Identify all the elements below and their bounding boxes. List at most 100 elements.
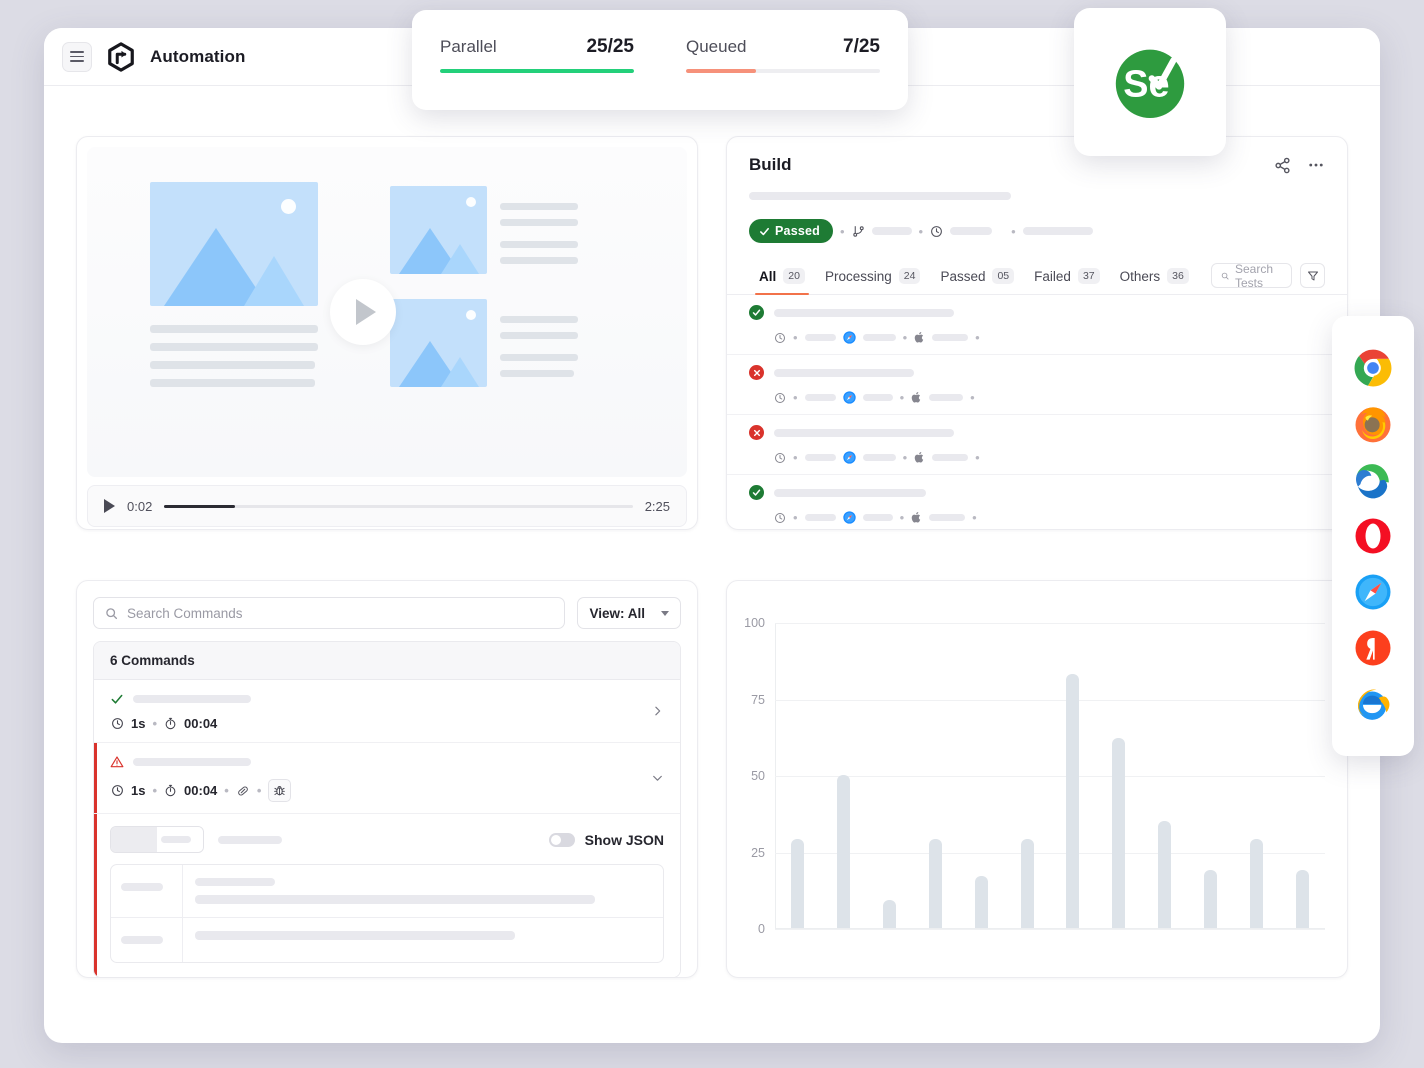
- selenium-logo: Se: [1105, 37, 1195, 127]
- view-filter-label: View: All: [589, 606, 645, 621]
- play-overlay-icon[interactable]: [330, 279, 396, 345]
- table-cell-value: [183, 865, 663, 917]
- key-skeleton: [121, 936, 163, 944]
- chrome-icon[interactable]: [1353, 348, 1393, 388]
- duration-skeleton: [950, 227, 992, 235]
- meta-separator: •: [975, 450, 980, 465]
- hamburger-menu-icon[interactable]: [62, 42, 92, 72]
- chevron-down-icon[interactable]: [651, 772, 664, 785]
- chart-bar[interactable]: [1250, 839, 1263, 928]
- table-row[interactable]: • • •: [727, 415, 1347, 475]
- search-tests-placeholder: Search Tests: [1235, 262, 1282, 290]
- build-panel: Build: [726, 136, 1348, 530]
- tab-failed[interactable]: Failed 37: [1024, 257, 1109, 294]
- capsule-link-icon[interactable]: [236, 784, 250, 798]
- check-circle-icon: [749, 485, 764, 500]
- table-row: [111, 865, 663, 918]
- show-json-toggle[interactable]: [549, 833, 575, 847]
- placeholder-image-thumb-2: [390, 299, 487, 387]
- tab-all[interactable]: All 20: [749, 257, 815, 294]
- meta-separator: •: [224, 783, 229, 798]
- extra-meta-skeleton: [1023, 227, 1093, 235]
- meta-separator: •: [900, 510, 905, 525]
- detail-title-skeleton: [218, 836, 282, 844]
- browser-skeleton: [863, 334, 896, 341]
- list-item[interactable]: 1s • 00:04 • •: [94, 743, 680, 814]
- test-name-skeleton: [774, 429, 954, 437]
- segment-option-2[interactable]: [157, 827, 203, 852]
- search-tests-input[interactable]: Search Tests: [1211, 263, 1292, 288]
- stat-queued: Queued 7/25: [686, 36, 880, 110]
- chart-bar[interactable]: [929, 839, 942, 928]
- internet-explorer-icon[interactable]: [1353, 684, 1393, 724]
- chart-bar[interactable]: [1204, 870, 1217, 928]
- commands-toolbar: Search Commands View: All: [93, 597, 681, 629]
- play-icon[interactable]: [104, 499, 115, 513]
- meta-separator: •: [1011, 224, 1016, 239]
- stat-parallel: Parallel 25/25: [440, 36, 634, 110]
- chart-bar[interactable]: [1158, 821, 1171, 928]
- table-row[interactable]: • • •: [727, 475, 1347, 530]
- chart-bar[interactable]: [975, 876, 988, 928]
- y-axis-tick-label: 100: [744, 616, 765, 630]
- commands-panel: Search Commands View: All 6 Commands 1s …: [76, 580, 698, 978]
- tab-label: Passed: [940, 269, 985, 284]
- gridline: [775, 700, 1325, 701]
- table-cell-key: [111, 865, 183, 917]
- chart-bar[interactable]: [837, 775, 850, 928]
- firefox-icon[interactable]: [1353, 404, 1393, 444]
- chart-bar[interactable]: [791, 839, 804, 928]
- chart-bar[interactable]: [883, 900, 896, 928]
- chart-bar[interactable]: [1021, 839, 1034, 928]
- yandex-icon[interactable]: [1353, 628, 1393, 668]
- tab-label: Failed: [1034, 269, 1071, 284]
- meta-separator: •: [257, 783, 262, 798]
- video-placeholder-canvas[interactable]: [87, 147, 687, 477]
- meta-separator: •: [900, 390, 905, 405]
- meta-separator: •: [972, 510, 977, 525]
- share-icon[interactable]: [1274, 157, 1291, 174]
- safari-icon[interactable]: [1353, 572, 1393, 612]
- view-mode-segmented-control[interactable]: [110, 826, 204, 853]
- placeholder-image-thumb-1: [390, 186, 487, 274]
- search-commands-input[interactable]: Search Commands: [93, 597, 565, 629]
- error-circle-icon: [749, 425, 764, 440]
- check-icon: [759, 226, 770, 237]
- meta-separator: •: [970, 390, 975, 405]
- apple-icon: [911, 391, 922, 404]
- table-row[interactable]: • • •: [727, 355, 1347, 415]
- meta-separator: •: [903, 330, 908, 345]
- clock-icon: [774, 332, 786, 344]
- tab-processing[interactable]: Processing 24: [815, 257, 930, 294]
- table-row[interactable]: • • •: [727, 295, 1347, 355]
- test-rows-list: • • •: [727, 295, 1347, 530]
- chart-bar[interactable]: [1296, 870, 1309, 928]
- tab-others[interactable]: Others 36: [1110, 257, 1199, 294]
- bug-icon[interactable]: [268, 779, 291, 802]
- command-name-skeleton: [133, 695, 251, 703]
- more-options-icon[interactable]: [1307, 156, 1325, 174]
- chart-bar[interactable]: [1112, 738, 1125, 928]
- meta-separator: •: [975, 330, 980, 345]
- segment-option-1[interactable]: [111, 827, 157, 852]
- meta-separator: •: [840, 224, 845, 239]
- progress-track: [686, 69, 880, 73]
- video-progress-scrubber[interactable]: [164, 505, 632, 508]
- edge-icon[interactable]: [1353, 460, 1393, 500]
- list-item[interactable]: 1s • 00:04: [94, 680, 680, 743]
- meta-separator: •: [152, 716, 157, 731]
- meta-separator: •: [793, 390, 798, 405]
- safari-icon: [843, 331, 856, 344]
- tab-passed[interactable]: Passed 05: [930, 257, 1024, 294]
- os-skeleton: [929, 514, 965, 521]
- filter-icon[interactable]: [1300, 263, 1325, 288]
- clock-icon: [774, 452, 786, 464]
- command-detail-panel: Show JSON: [94, 814, 680, 977]
- chart-bar[interactable]: [1066, 674, 1079, 928]
- build-title: Build: [749, 155, 792, 175]
- chevron-right-icon[interactable]: [651, 705, 664, 718]
- warning-triangle-icon: [110, 755, 124, 769]
- opera-icon[interactable]: [1353, 516, 1393, 556]
- branch-name-skeleton: [872, 227, 912, 235]
- view-filter-dropdown[interactable]: View: All: [577, 597, 681, 629]
